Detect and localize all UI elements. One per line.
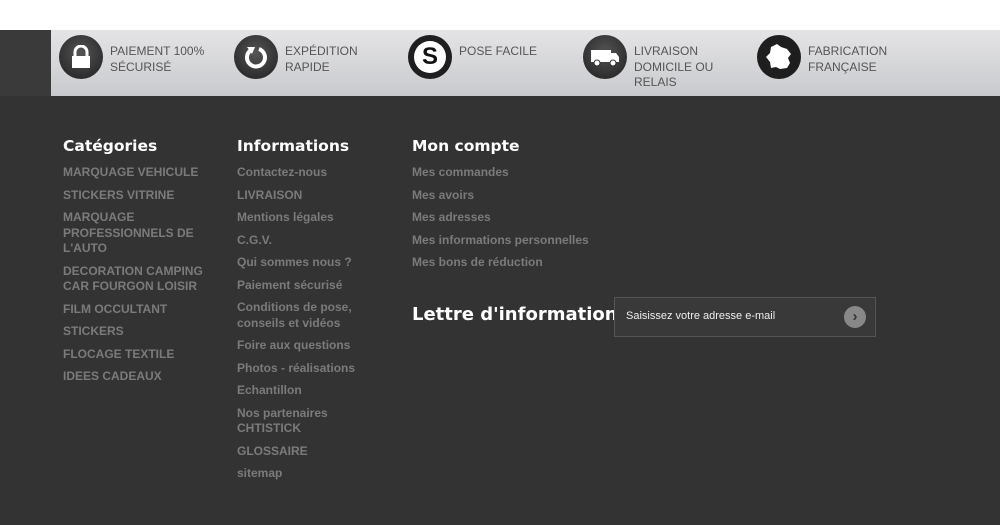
feature-fast-shipping[interactable]: EXPÉDITION RAPIDE bbox=[234, 35, 385, 79]
refresh-icon bbox=[234, 35, 278, 79]
category-link[interactable]: MARQUAGE VEHICULE bbox=[63, 165, 213, 181]
account-link[interactable]: Mes informations personnelles bbox=[412, 233, 612, 249]
newsletter-form: › bbox=[614, 297, 876, 337]
info-link[interactable]: Conditions de pose, conseils et vidéos bbox=[237, 300, 357, 331]
informations-title: Informations bbox=[237, 137, 350, 155]
account-link[interactable]: Mes bons de réduction bbox=[412, 255, 612, 271]
feature-label: PAIEMENT 100% SÉCURISÉ bbox=[110, 44, 205, 74]
band-left bbox=[0, 30, 51, 96]
feature-label: POSE FACILE bbox=[459, 44, 538, 58]
categories-title: Catégories bbox=[63, 137, 158, 155]
info-link[interactable]: Qui sommes nous ? bbox=[237, 255, 387, 271]
feature-label: LIVRAISON DOMICILE OU RELAIS bbox=[634, 44, 714, 89]
info-link[interactable]: Photos - réalisations bbox=[237, 361, 387, 377]
info-link[interactable]: Foire aux questions bbox=[237, 338, 387, 354]
informations-column: Informations Contactez-nous LIVRAISON Me… bbox=[237, 137, 387, 489]
account-link[interactable]: Mes commandes bbox=[412, 165, 612, 181]
info-link[interactable]: GLOSSAIRE bbox=[237, 444, 387, 460]
categories-column: Catégories MARQUAGE VEHICULE STICKERS VI… bbox=[63, 137, 213, 392]
newsletter-title: Lettre d'informations bbox=[412, 304, 629, 325]
account-link[interactable]: Mes avoirs bbox=[412, 188, 612, 204]
account-link[interactable]: Mes adresses bbox=[412, 210, 612, 226]
info-link[interactable]: Echantillon bbox=[237, 383, 387, 399]
feature-label: FABRICATION FRANÇAISE bbox=[808, 44, 888, 74]
info-link[interactable]: C.G.V. bbox=[237, 233, 387, 249]
category-link[interactable]: DECORATION CAMPING CAR FOURGON LOISIR bbox=[63, 264, 203, 295]
category-link[interactable]: IDEES CADEAUX bbox=[63, 369, 213, 385]
category-link[interactable]: MARQUAGE PROFESSIONNELS DE L'AUTO bbox=[63, 210, 203, 257]
feature-secure-payment[interactable]: PAIEMENT 100% SÉCURISÉ bbox=[59, 35, 210, 79]
feature-delivery[interactable]: LIVRAISON DOMICILE OU RELAIS bbox=[583, 35, 734, 91]
top-white-bar bbox=[0, 0, 1000, 30]
category-link[interactable]: STICKERS bbox=[63, 324, 213, 340]
category-link[interactable]: FLOCAGE TEXTILE bbox=[63, 347, 213, 363]
feature-made-in-france[interactable]: FABRICATION FRANÇAISE bbox=[757, 35, 908, 79]
account-title: Mon compte bbox=[412, 137, 520, 155]
info-link[interactable]: Contactez-nous bbox=[237, 165, 387, 181]
feature-easy-install[interactable]: S POSE FACILE bbox=[408, 35, 559, 79]
info-link[interactable]: sitemap bbox=[237, 466, 387, 482]
s-logo-icon: S bbox=[408, 35, 452, 79]
lock-icon bbox=[59, 35, 103, 79]
info-link[interactable]: Mentions légales bbox=[237, 210, 387, 226]
info-link[interactable]: Nos partenaires CHTISTICK bbox=[237, 406, 337, 437]
newsletter-submit-button[interactable]: › bbox=[844, 306, 866, 328]
newsletter-email-input[interactable] bbox=[626, 310, 836, 322]
info-link[interactable]: Paiement sécurisé bbox=[237, 278, 387, 294]
feature-label: EXPÉDITION RAPIDE bbox=[285, 44, 358, 74]
category-link[interactable]: STICKERS VITRINE bbox=[63, 188, 213, 204]
category-link[interactable]: FILM OCCULTANT bbox=[63, 302, 213, 318]
truck-icon bbox=[583, 35, 627, 79]
france-map-icon bbox=[757, 35, 801, 79]
account-column: Mon compte Mes commandes Mes avoirs Mes … bbox=[412, 137, 612, 278]
info-link[interactable]: LIVRAISON bbox=[237, 188, 387, 204]
